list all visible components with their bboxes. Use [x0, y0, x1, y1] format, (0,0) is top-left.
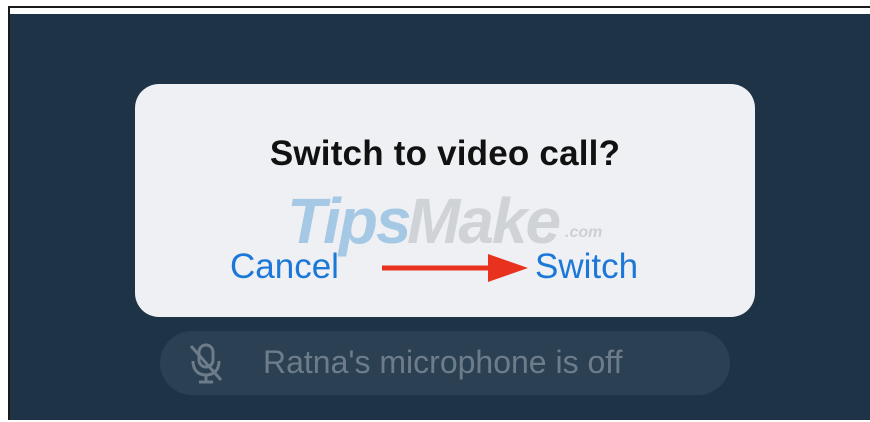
- dialog-title: Switch to video call?: [269, 134, 621, 173]
- call-screen-background: Switch to video call? Tips Make .com Can…: [10, 14, 870, 420]
- switch-to-video-dialog: Switch to video call? Tips Make .com Can…: [135, 84, 755, 317]
- red-arrow-annotation: [382, 254, 528, 282]
- switch-button[interactable]: Switch: [535, 247, 638, 287]
- microphone-status-text: Ratna's microphone is off: [263, 344, 623, 380]
- cancel-button[interactable]: Cancel: [230, 247, 339, 287]
- microphone-off-icon: [189, 343, 223, 384]
- watermark-com: .com: [565, 224, 603, 241]
- microphone-off-banner: Ratna's microphone is off: [160, 331, 730, 395]
- screenshot-frame: Switch to video call? Tips Make .com Can…: [8, 6, 870, 420]
